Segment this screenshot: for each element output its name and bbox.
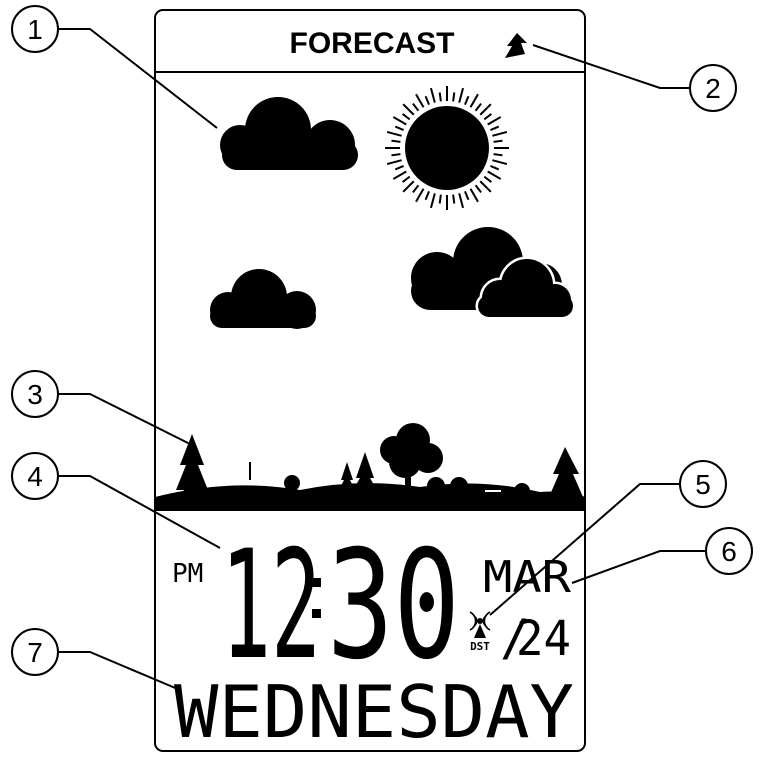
sun-ray (493, 139, 503, 143)
colon-dot-top (312, 578, 321, 587)
sun-ray (386, 159, 402, 166)
svg-text:3: 3 (27, 379, 43, 410)
sun-ray (424, 191, 430, 201)
sun-ray (493, 153, 503, 157)
dst-label: DST (470, 640, 490, 653)
weather-station-diagram: FORECAST PM 12 30 MAR / 24 DST WEDNESDAY… (11, 5, 753, 754)
weekday-label: WEDNESDAY (174, 670, 574, 754)
sun-ray (464, 95, 470, 105)
radio-signal-icon (469, 611, 491, 638)
sun-ray (487, 170, 502, 180)
svg-text:6: 6 (721, 536, 737, 567)
sun-ray (402, 180, 415, 193)
month-label: MAR (483, 552, 572, 603)
svg-text:1: 1 (27, 14, 43, 45)
sun-ray (429, 193, 436, 209)
hours-digits: 12 (221, 519, 321, 693)
callout-6: 6 (705, 527, 753, 575)
sun-ray (386, 130, 402, 137)
sun-ray (402, 103, 415, 116)
callout-1: 1 (11, 5, 59, 53)
sun-ray (469, 93, 479, 108)
callout-7: 7 (11, 628, 59, 676)
svg-text:7: 7 (27, 637, 43, 668)
sun-ray (452, 92, 456, 102)
sun-ray (479, 103, 492, 116)
sun-ray (474, 184, 482, 194)
sun-ray (394, 125, 404, 131)
callout-5: 5 (679, 460, 727, 508)
callout-3: 3 (11, 370, 59, 418)
sun-ray (415, 93, 425, 108)
cloudy-icon (220, 97, 358, 170)
sun-ray (391, 139, 401, 143)
sun-icon (385, 86, 509, 210)
sun-ray (492, 159, 508, 166)
sun-ray (438, 194, 442, 204)
landscape-scene (155, 423, 585, 510)
forecast-title: FORECAST (290, 27, 455, 60)
sun-ray (479, 180, 492, 193)
sun-ray (438, 92, 442, 102)
sun-ray (458, 87, 465, 103)
sun-ray (474, 102, 482, 112)
sun-ray (483, 175, 493, 183)
callout-2: 2 (689, 64, 737, 112)
sun-ray (415, 188, 425, 203)
sun-ray (401, 175, 411, 183)
sun-ray (490, 165, 500, 171)
sun-ray (458, 193, 465, 209)
sun-ray (492, 130, 508, 137)
minutes-digits: 30 (327, 519, 460, 693)
sun-ray (412, 102, 420, 112)
svg-text:5: 5 (695, 469, 711, 500)
sun-ray (392, 170, 407, 180)
trend-arrow-icon (505, 33, 527, 58)
sun-ray (452, 194, 456, 204)
sun-ray (392, 116, 407, 126)
ampm-indicator: PM (172, 559, 203, 589)
sun-ray (391, 153, 401, 157)
partly-cloudy-icon (411, 227, 576, 320)
sun-ray (401, 113, 411, 121)
sun-ray (412, 184, 420, 194)
svg-text:2: 2 (705, 73, 721, 104)
callout-4: 4 (11, 452, 59, 500)
sun-ray (490, 125, 500, 131)
sun-ray (429, 87, 436, 103)
svg-text:4: 4 (27, 461, 43, 492)
day-label: 24 (516, 611, 571, 667)
small-cloud-icon (210, 269, 316, 329)
sun-ray (424, 95, 430, 105)
sun-ray (487, 116, 502, 126)
sun-ray (464, 191, 470, 201)
sun-ray (483, 113, 493, 121)
sun-ray (394, 165, 404, 171)
sun-ray (469, 188, 479, 203)
colon-dot-bottom (312, 609, 321, 618)
